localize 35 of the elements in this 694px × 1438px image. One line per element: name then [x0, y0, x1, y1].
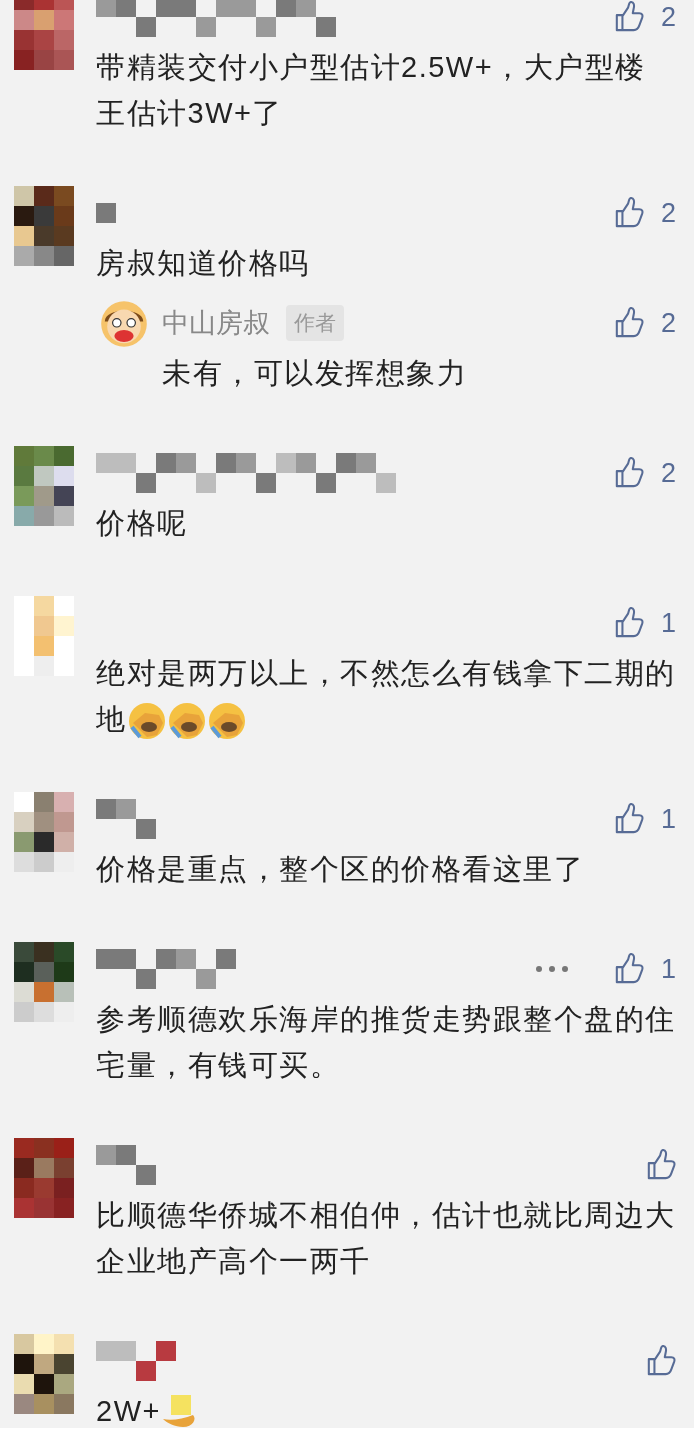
- thumbs-up-icon[interactable]: [614, 953, 644, 985]
- cartoon-avatar-icon: [100, 300, 148, 348]
- facepalm-emoji-icon: [126, 701, 167, 742]
- comment-text: 参考顺德欢乐海岸的推货走势跟整个盘的住宅量，有钱可买。: [96, 1002, 676, 1083]
- comment-text: 带精装交付小户型估计2.5W+，大户型楼王估计3W+了: [96, 50, 647, 131]
- comment-text: 比顺德华侨城不相伯仲，估计也就比周边大企业地产高个一两千: [96, 1198, 676, 1279]
- thumbs-up-icon[interactable]: [646, 1149, 676, 1181]
- comment-text: 绝对是两万以上，不然怎么有钱拿下二期的地: [96, 650, 676, 742]
- like-count: 1: [659, 953, 676, 985]
- thumbs-up-icon[interactable]: [614, 197, 644, 229]
- like-count: 2: [659, 197, 676, 229]
- more-icon[interactable]: [536, 966, 568, 972]
- comment-text: 价格是重点，整个区的价格看这里了: [96, 852, 585, 887]
- like-count: 2: [659, 307, 676, 339]
- like-count: 1: [659, 803, 676, 835]
- user-name[interactable]: 中山房叔: [162, 305, 270, 341]
- pixelated-name: [96, 1145, 156, 1185]
- thumbs-up-icon[interactable]: [614, 607, 644, 639]
- comment-text: 房叔知道价格吗: [96, 246, 311, 281]
- author-tag: 作者: [286, 305, 344, 341]
- comment-text: 2W+: [96, 1388, 676, 1428]
- comment-text: 价格呢: [96, 506, 189, 541]
- facepalm-emoji-icon: [166, 701, 207, 742]
- pixelated-name: [96, 203, 116, 223]
- like-count: 1: [659, 607, 676, 639]
- like-count: 2: [659, 457, 676, 489]
- thumbs-up-icon[interactable]: [646, 1345, 676, 1377]
- thumbs-up-icon[interactable]: [614, 457, 644, 489]
- like-count: 2: [659, 1, 676, 33]
- facepalm-emoji-icon: [206, 701, 247, 742]
- pixelated-name: [96, 799, 156, 839]
- thumbs-up-icon[interactable]: [614, 307, 644, 339]
- thumbs-up-icon[interactable]: [614, 1, 644, 33]
- reply-text: 未有，可以发挥想象力: [162, 356, 468, 391]
- thumbs-up-icon[interactable]: [614, 803, 644, 835]
